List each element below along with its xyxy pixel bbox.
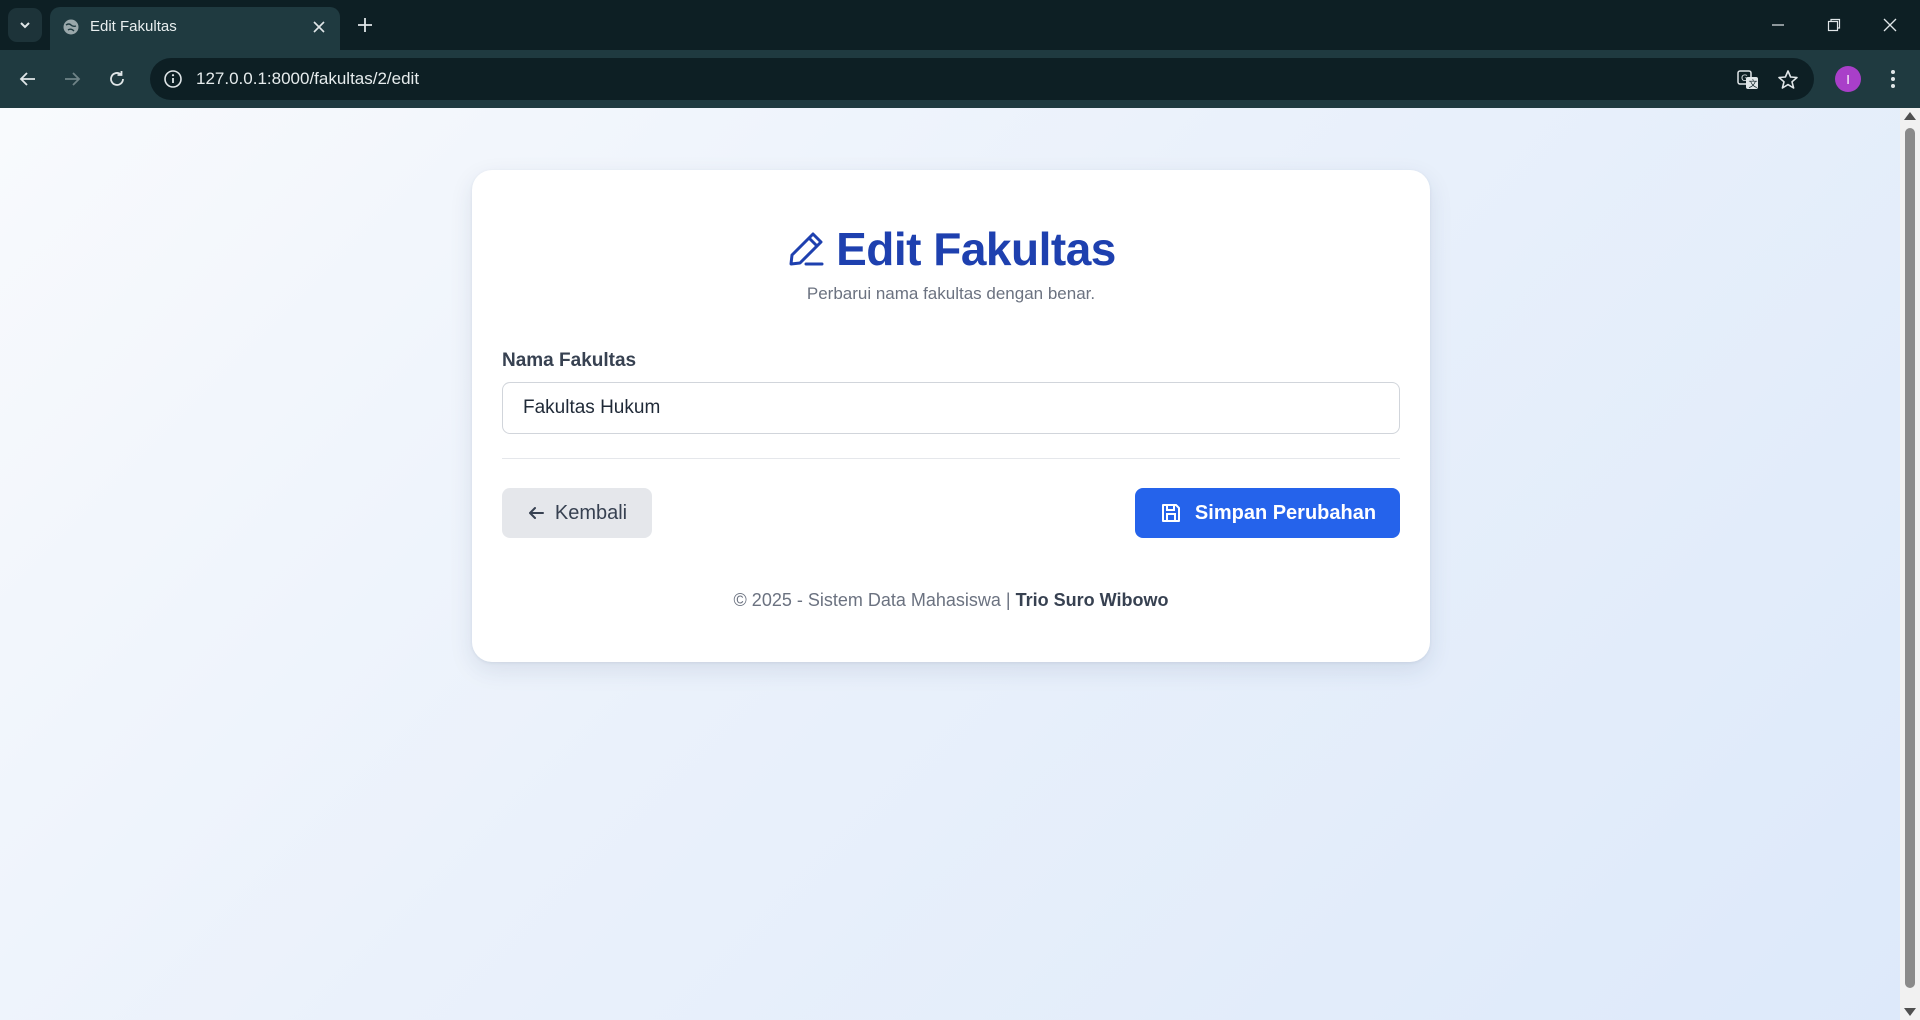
window-close-icon — [1883, 18, 1897, 32]
save-icon — [1161, 504, 1180, 522]
browser-toolbar: 127.0.0.1:8000/fakultas/2/edit G文 I — [0, 50, 1920, 108]
back-button-label: Kembali — [554, 501, 628, 524]
footer-text: © 2025 - Sistem Data Mahasiswa | — [733, 590, 1016, 610]
footer-author: Trio Suro Wibowo — [1015, 590, 1169, 610]
save-button-label: Simpan Perubahan — [1194, 501, 1377, 524]
minimize-icon — [1772, 24, 1784, 26]
reload-button[interactable] — [101, 63, 133, 95]
profile-avatar[interactable]: I — [1835, 66, 1861, 92]
forward-arrow-icon — [65, 72, 81, 86]
back-arrow-icon — [19, 72, 35, 86]
faculty-name-input[interactable] — [502, 382, 1400, 434]
restore-button[interactable] — [1806, 0, 1862, 50]
star-icon[interactable] — [1776, 68, 1800, 92]
pencil-icon — [789, 232, 824, 266]
page-title: Edit Fakultas — [836, 223, 1116, 275]
back-button[interactable] — [12, 63, 44, 95]
plus-icon[interactable] — [352, 12, 378, 38]
arrow-left-icon — [528, 507, 544, 519]
globe-icon — [63, 19, 79, 35]
scroll-down-arrow[interactable] — [1904, 1008, 1916, 1016]
forward-button[interactable] — [56, 63, 88, 95]
reload-icon — [110, 71, 124, 86]
window-close-button[interactable] — [1862, 0, 1918, 50]
tab-list-button[interactable] — [8, 8, 42, 42]
scroll-up-arrow[interactable] — [1904, 112, 1916, 120]
svg-text:文: 文 — [1749, 78, 1758, 90]
browser-tab-bar: Edit Fakultas — [0, 0, 1920, 50]
active-tab[interactable]: Edit Fakultas — [50, 7, 340, 50]
tab-list-icon — [20, 22, 30, 29]
restore-icon — [1827, 18, 1841, 32]
back-button-kembali[interactable]: Kembali — [502, 488, 652, 538]
page-viewport: Edit Fakultas Perbarui nama fakultas den… — [0, 108, 1900, 1020]
translate-icon[interactable]: G文 — [1736, 68, 1760, 92]
address-bar[interactable]: 127.0.0.1:8000/fakultas/2/edit G文 — [150, 58, 1814, 100]
minimize-button[interactable] — [1750, 0, 1806, 50]
page-subtitle: Perbarui nama fakultas dengan benar. — [806, 284, 1096, 303]
scroll-thumb[interactable] — [1905, 128, 1915, 988]
form-divider — [502, 458, 1400, 459]
more-menu-icon[interactable] — [1880, 66, 1906, 92]
tab-title: Edit Fakultas — [90, 18, 177, 35]
save-changes-button[interactable]: Simpan Perubahan — [1135, 488, 1400, 538]
title-row: Edit Fakultas — [472, 222, 1430, 276]
page-scrollbar[interactable] — [1900, 108, 1920, 1020]
page-footer: © 2025 - Sistem Data Mahasiswa | Trio Su… — [472, 590, 1430, 611]
site-info-icon[interactable] — [162, 68, 184, 90]
close-icon[interactable] — [310, 18, 328, 36]
faculty-name-label: Nama Fakultas — [502, 350, 637, 371]
url-text: 127.0.0.1:8000/fakultas/2/edit — [196, 69, 420, 88]
edit-form-card: Edit Fakultas Perbarui nama fakultas den… — [472, 170, 1430, 662]
